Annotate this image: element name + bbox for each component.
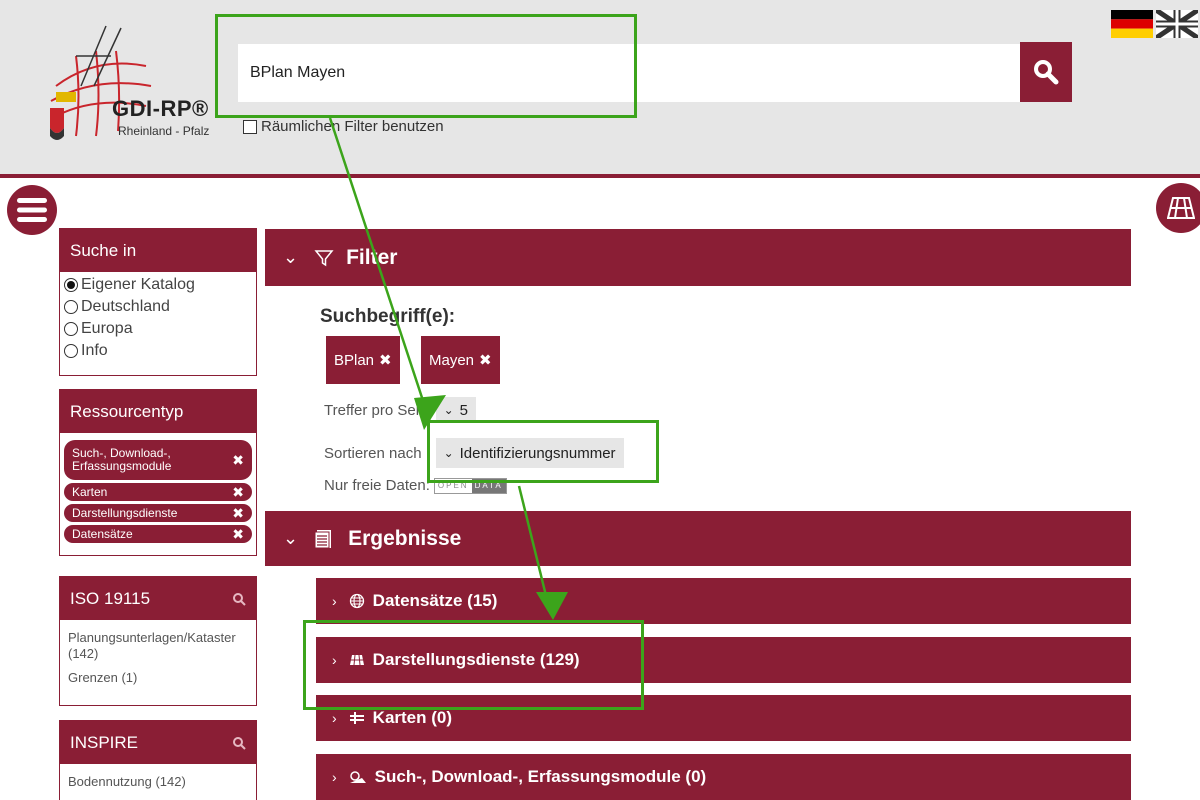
- hits-per-page-label: Treffer pro Seite: [324, 401, 432, 419]
- search-icon[interactable]: [232, 592, 246, 606]
- chevron-down-icon: ⌄: [283, 247, 299, 267]
- radio-selected-icon[interactable]: [64, 278, 78, 292]
- chevron-right-icon: ›: [332, 769, 337, 785]
- logo-subtitle: Rheinland - Pfalz: [118, 124, 210, 138]
- map-layers-icon: [349, 711, 365, 725]
- inspire-category-item[interactable]: Bodennutzung (142): [60, 770, 256, 794]
- search-icon: [1034, 60, 1059, 85]
- search-term-chip[interactable]: Mayen ✖: [421, 336, 500, 384]
- menu-button[interactable]: [7, 185, 57, 235]
- resource-pill-maps[interactable]: Karten ✖: [64, 483, 252, 501]
- resource-type-title: Ressourcentyp: [70, 401, 184, 421]
- radio-icon[interactable]: [64, 300, 78, 314]
- iso-category-item[interactable]: Planungsunterlagen/Kataster (142): [60, 626, 256, 666]
- pill-label: Such-, Download-, Erfassungsmodule: [72, 446, 172, 473]
- annotation-box-view-services: [303, 620, 644, 710]
- map-button[interactable]: [1156, 183, 1200, 233]
- remove-icon[interactable]: ✖: [379, 351, 392, 369]
- module-icon: [349, 770, 367, 784]
- search-terms-label: Suchbegriff(e):: [320, 306, 456, 327]
- chevron-down-icon: ⌄: [443, 403, 454, 417]
- iso-panel: ISO 19115 Planungsunterlagen/Kataster (1…: [59, 576, 257, 706]
- uk-flag-icon[interactable]: [1156, 10, 1198, 38]
- resource-pill-modules[interactable]: Such-, Download-, Erfassungsmodule ✖: [64, 440, 252, 480]
- search-in-title: Suche in: [70, 240, 137, 260]
- chevron-down-icon: ⌄: [283, 528, 299, 548]
- iso-title: ISO 19115: [70, 588, 151, 608]
- document-list-icon: [314, 529, 332, 548]
- pill-label: Darstellungsdienste: [72, 506, 178, 520]
- logo-text: GDI-RP®: [112, 96, 209, 121]
- hamburger-icon: [17, 198, 47, 222]
- map-grid-icon: [1167, 197, 1195, 219]
- radio-label: Info: [81, 342, 108, 359]
- filter-bar[interactable]: ⌄ Filter: [265, 229, 1131, 286]
- radio-own-catalog[interactable]: Eigener Katalog: [60, 274, 256, 296]
- search-icon[interactable]: [232, 736, 246, 750]
- category-label: Such-, Download-, Erfassungsmodule (0): [374, 767, 707, 786]
- resource-pill-view-services[interactable]: Darstellungsdienste ✖: [64, 504, 252, 522]
- resource-type-header: Ressourcentyp: [60, 390, 256, 433]
- pill-label: Karten: [72, 485, 108, 499]
- chevron-right-icon: ›: [332, 593, 337, 609]
- term-label: Mayen: [429, 351, 475, 369]
- spatial-filter-checkbox[interactable]: Räumlichen Filter benutzen: [243, 118, 444, 135]
- search-button[interactable]: [1020, 42, 1072, 102]
- results-bar[interactable]: ⌄ Ergebnisse: [265, 511, 1131, 566]
- radio-germany[interactable]: Deutschland: [60, 296, 256, 318]
- gdi-rp-logo[interactable]: GDI-RP® Rheinland - Pfalz: [36, 16, 216, 156]
- filter-title: Filter: [346, 245, 398, 269]
- category-label: Datensätze (15): [372, 591, 498, 610]
- results-category-datasets[interactable]: › Datensätze (15): [316, 578, 1131, 624]
- pill-label: Datensätze: [72, 527, 133, 541]
- funnel-icon: [314, 249, 334, 266]
- remove-icon[interactable]: ✖: [232, 453, 244, 467]
- iso-category-item[interactable]: Grenzen (1): [60, 666, 256, 690]
- annotation-box-sort: [427, 420, 659, 483]
- remove-icon[interactable]: ✖: [232, 505, 244, 522]
- resource-pill-datasets[interactable]: Datensätze ✖: [64, 525, 252, 543]
- radio-info[interactable]: Info: [60, 340, 256, 362]
- annotation-box-search: [215, 14, 637, 118]
- radio-label: Deutschland: [81, 298, 170, 315]
- chevron-right-icon: ›: [332, 710, 337, 726]
- inspire-title: INSPIRE: [70, 732, 139, 752]
- free-data-label: Nur freie Daten:: [324, 477, 430, 494]
- term-label: BPlan: [334, 351, 375, 369]
- inspire-header: INSPIRE: [60, 721, 256, 764]
- search-in-panel: Suche in Eigener Katalog Deutschland Eur…: [59, 228, 257, 376]
- iso-header: ISO 19115: [60, 577, 256, 620]
- remove-icon[interactable]: ✖: [232, 484, 244, 501]
- search-in-header: Suche in: [60, 229, 256, 272]
- results-title: Ergebnisse: [348, 526, 462, 550]
- radio-europe[interactable]: Europa: [60, 318, 256, 340]
- globe-icon: [349, 593, 365, 609]
- search-term-chip[interactable]: BPlan ✖: [326, 336, 400, 384]
- remove-icon[interactable]: ✖: [479, 351, 492, 369]
- radio-icon[interactable]: [64, 344, 78, 358]
- radio-label: Europa: [81, 320, 133, 337]
- checkbox-icon[interactable]: [243, 119, 257, 134]
- german-flag-icon[interactable]: [1111, 10, 1153, 38]
- spatial-filter-label: Räumlichen Filter benutzen: [261, 118, 444, 135]
- radio-label: Eigener Katalog: [81, 276, 195, 293]
- resource-type-panel: Ressourcentyp Such-, Download-, Erfassun…: [59, 389, 257, 556]
- inspire-panel: INSPIRE Bodennutzung (142): [59, 720, 257, 800]
- sort-label: Sortieren nach: [324, 444, 422, 462]
- radio-icon[interactable]: [64, 322, 78, 336]
- hits-per-page-value: 5: [459, 401, 468, 419]
- results-category-modules[interactable]: › Such-, Download-, Erfassungsmodule (0): [316, 754, 1131, 800]
- remove-icon[interactable]: ✖: [232, 526, 244, 543]
- category-label: Karten (0): [372, 708, 453, 727]
